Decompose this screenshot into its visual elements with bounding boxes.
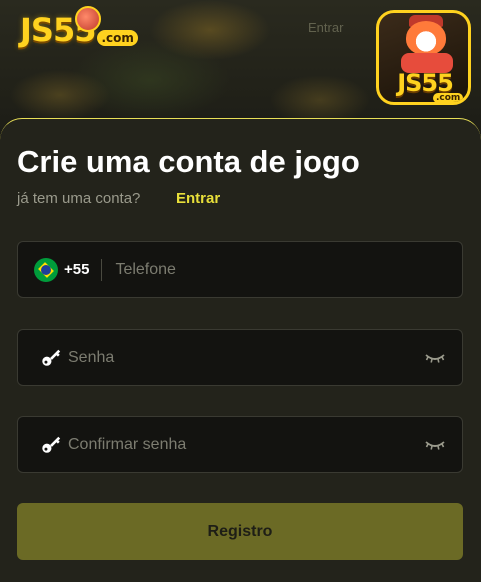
background-login-text: Entrar (308, 20, 344, 35)
country-code[interactable]: +55 (64, 261, 89, 278)
app-icon-domain: .com (433, 93, 464, 102)
page-title: Crie uma conta de jogo (17, 144, 360, 179)
eye-closed-icon[interactable] (424, 434, 446, 456)
password-field[interactable] (17, 329, 463, 386)
mascot-face-icon (406, 21, 446, 55)
password-input[interactable] (68, 330, 424, 385)
register-button[interactable]: Registro (17, 503, 463, 560)
confirm-password-input[interactable] (68, 417, 424, 472)
phone-field[interactable]: +55 (17, 241, 463, 298)
phone-input[interactable] (115, 242, 462, 297)
key-icon (39, 433, 63, 457)
brazil-flag-icon[interactable] (34, 257, 58, 282)
app-icon[interactable]: JS55 .com (376, 10, 471, 105)
site-logo[interactable]: JS55 .com (20, 6, 138, 50)
eye-closed-icon[interactable] (424, 347, 446, 369)
mascot-icon (75, 6, 102, 32)
logo-domain: .com (97, 30, 138, 46)
has-account-text: já tem uma conta? (17, 190, 141, 207)
confirm-password-field[interactable] (17, 416, 463, 473)
login-link[interactable]: Entrar (176, 190, 220, 207)
key-icon (39, 346, 63, 370)
field-divider (101, 258, 103, 281)
